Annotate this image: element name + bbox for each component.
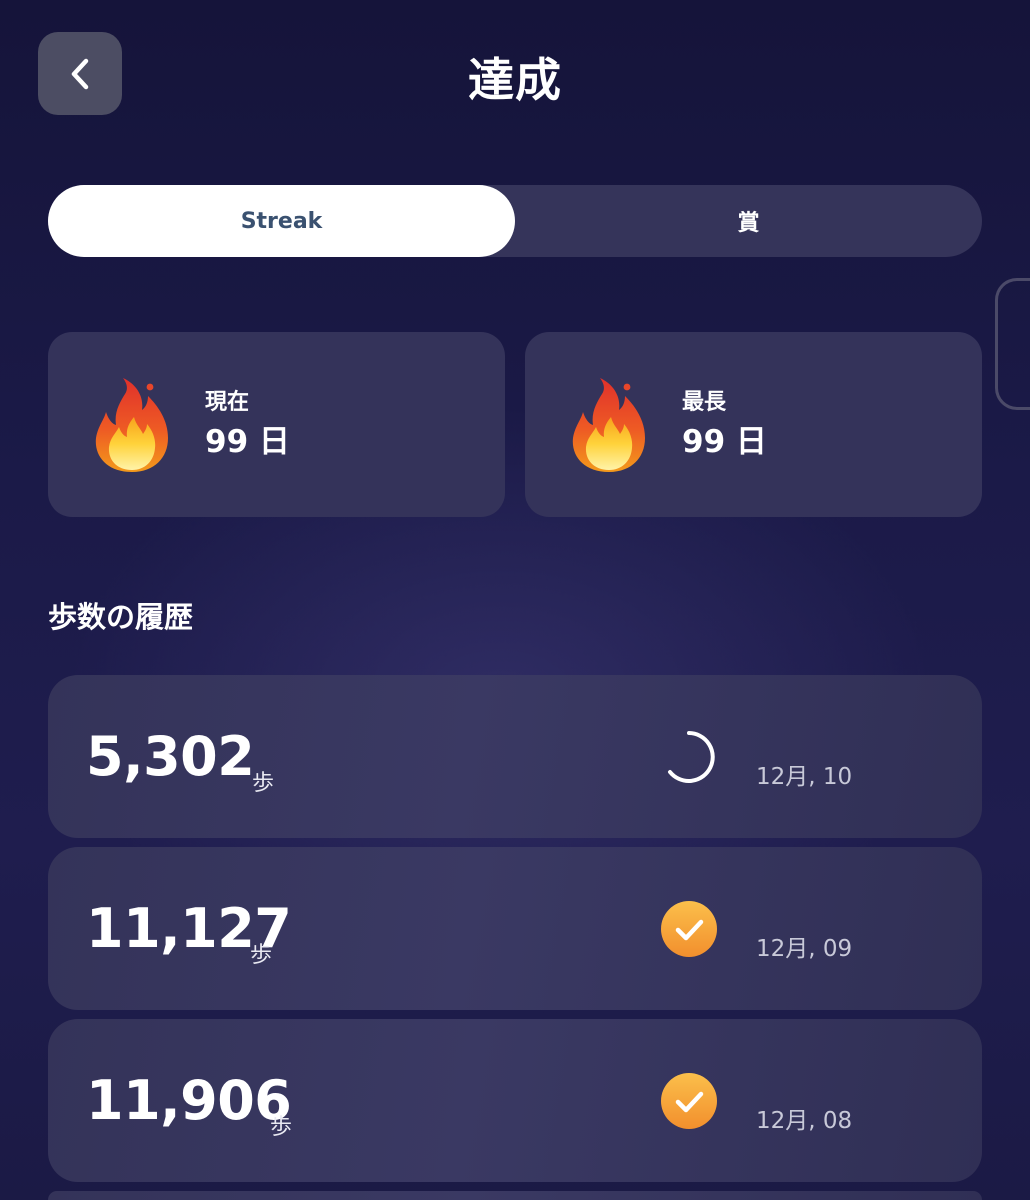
tab-awards[interactable]: 賞 <box>515 185 982 257</box>
history-row[interactable]: 11,127 歩 12月, 09 <box>48 847 982 1010</box>
row-date: 12月, 10 <box>756 764 853 790</box>
flame-icon <box>572 378 645 472</box>
step-unit: 歩 <box>252 771 275 796</box>
scroll-handle[interactable] <box>995 278 1030 410</box>
tab-streak[interactable]: Streak <box>48 185 515 257</box>
longest-streak-card: 最長 99 日 <box>525 332 982 517</box>
check-circle-icon <box>661 901 717 957</box>
history-row[interactable]: 11,906 歩 12月, 08 <box>48 1019 982 1182</box>
progress-ring-icon <box>668 731 715 783</box>
flame-icon <box>95 378 168 472</box>
step-unit: 歩 <box>270 1115 293 1140</box>
current-streak-card: 現在 99 日 <box>48 332 505 517</box>
page-title: 達成 <box>468 53 562 107</box>
longest-streak-value: 99 日 <box>682 424 767 460</box>
history-row[interactable] <box>48 1191 982 1200</box>
segmented-control: 賞 Streak <box>48 185 982 257</box>
history-section-title: 歩数の履歴 <box>48 600 194 634</box>
row-date: 12月, 09 <box>756 936 853 962</box>
current-streak-label: 現在 <box>205 390 250 415</box>
history-row[interactable]: 5,302 歩 12月, 10 <box>48 675 982 838</box>
step-count: 11,906 <box>86 1069 292 1132</box>
current-streak-value: 99 日 <box>205 424 290 460</box>
row-date: 12月, 08 <box>756 1108 853 1134</box>
longest-streak-label: 最長 <box>682 390 727 415</box>
step-unit: 歩 <box>250 943 273 968</box>
step-count: 5,302 <box>86 725 255 788</box>
check-circle-icon <box>661 1073 717 1129</box>
